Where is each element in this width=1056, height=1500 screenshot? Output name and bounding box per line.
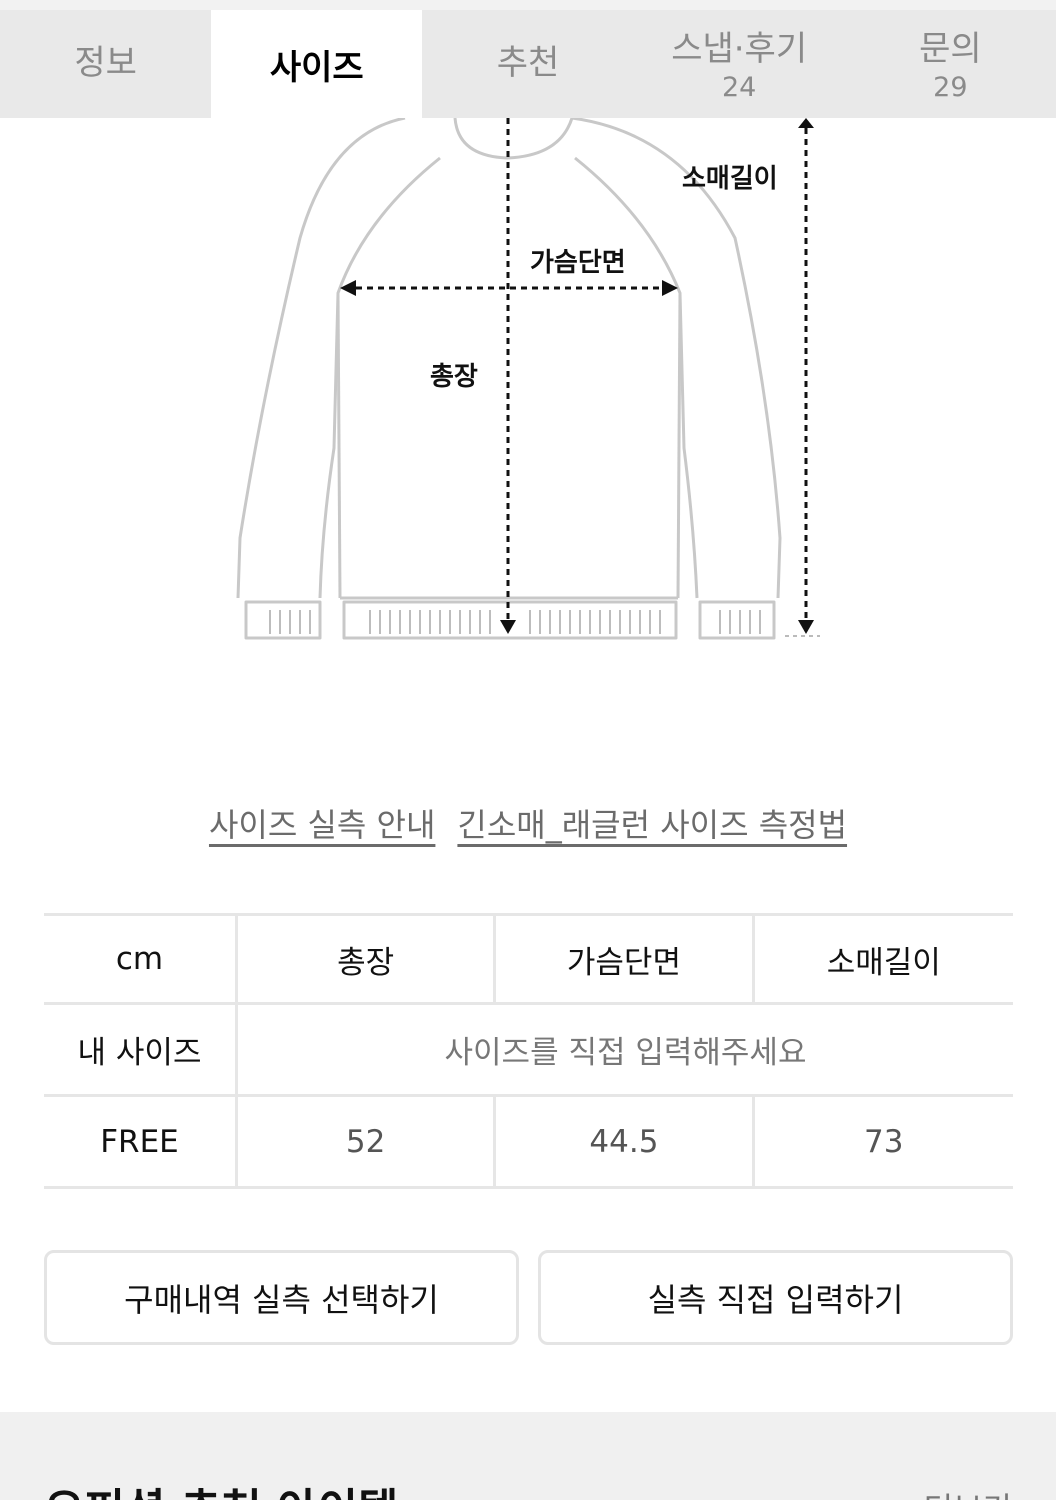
size-guide-link[interactable]: 사이즈 실측 안내 xyxy=(209,800,435,846)
tab-inquiry-count: 29 xyxy=(933,72,968,103)
left-cuff xyxy=(244,600,322,640)
body-right-side xyxy=(676,292,682,599)
recommend-more-link[interactable]: 더보기 xyxy=(924,1484,1012,1500)
body-left-side xyxy=(336,292,342,599)
tab-recommend-label: 추천 xyxy=(496,42,560,83)
direct-input-button[interactable]: 실측 직접 입력하기 xyxy=(538,1250,1013,1345)
size-table: cm 총장 가슴단면 소매길이 내 사이즈 사이즈를 직접 입력해주세요 FRE… xyxy=(44,913,1013,1189)
measurement-method-link[interactable]: 긴소매_래글런 사이즈 측정법 xyxy=(457,800,847,846)
header-chest-width: 가슴단면 xyxy=(496,916,755,1002)
size-name-cell: FREE xyxy=(44,1097,238,1186)
tab-snap-review[interactable]: 스냅·후기 24 xyxy=(634,0,845,118)
size-measurement-diagram: 소매길이 가슴단면 총장 xyxy=(0,118,1056,718)
tab-bar: 정보 사이즈 추천 스냅·후기 24 문의 29 xyxy=(0,0,1056,118)
size-guide-links: 사이즈 실측 안내 긴소매_래글런 사이즈 측정법 xyxy=(0,800,1056,846)
my-size-placeholder[interactable]: 사이즈를 직접 입력해주세요 xyxy=(238,1005,1013,1094)
table-header-row: cm 총장 가슴단면 소매길이 xyxy=(44,913,1013,1005)
collar-outline xyxy=(453,118,574,160)
sleeve-arrowhead-bottom xyxy=(798,620,814,634)
tab-info[interactable]: 정보 xyxy=(0,0,211,118)
tab-size[interactable]: 사이즈 xyxy=(211,10,423,118)
unit-header: cm xyxy=(44,916,238,1002)
length-arrowhead xyxy=(500,620,516,634)
sleeve-arrowhead-top xyxy=(798,118,814,128)
total-length-value: 52 xyxy=(238,1097,497,1186)
my-size-label: 내 사이즈 xyxy=(44,1005,238,1094)
tab-snap-review-count: 24 xyxy=(721,72,757,103)
raglan-sweater-illustration xyxy=(236,118,820,640)
total-length-label: 총장 xyxy=(430,362,478,392)
left-sleeve-outer xyxy=(236,118,406,599)
my-size-row[interactable]: 내 사이즈 사이즈를 직접 입력해주세요 xyxy=(44,1005,1013,1097)
sleeve-length-value: 73 xyxy=(864,1123,904,1160)
header-sleeve-length: 소매길이 xyxy=(826,944,941,981)
sleeve-length-label: 소매길이 xyxy=(682,164,778,194)
tab-inquiry-label: 문의 xyxy=(919,29,982,69)
tab-snap-review-label: 스냅·후기 xyxy=(671,29,808,69)
chest-width-value: 44.5 xyxy=(496,1097,755,1186)
table-row: FREE 52 44.5 73 xyxy=(44,1097,1013,1189)
select-from-purchase-history-button[interactable]: 구매내역 실측 선택하기 xyxy=(44,1250,519,1345)
chest-width-label: 가슴단면 xyxy=(530,248,626,278)
tab-info-label: 정보 xyxy=(74,42,137,83)
header-total-length: 총장 xyxy=(238,916,497,1002)
tab-inquiry[interactable]: 문의 29 xyxy=(845,0,1056,118)
tab-size-label: 사이즈 xyxy=(269,47,364,88)
recommend-section: 오피셜 추천 아이템 더보기 xyxy=(0,1412,1056,1500)
tab-recommend[interactable]: 추천 xyxy=(422,0,633,118)
recommend-title: 오피셜 추천 아이템 xyxy=(44,1474,398,1500)
right-cuff xyxy=(698,600,776,640)
